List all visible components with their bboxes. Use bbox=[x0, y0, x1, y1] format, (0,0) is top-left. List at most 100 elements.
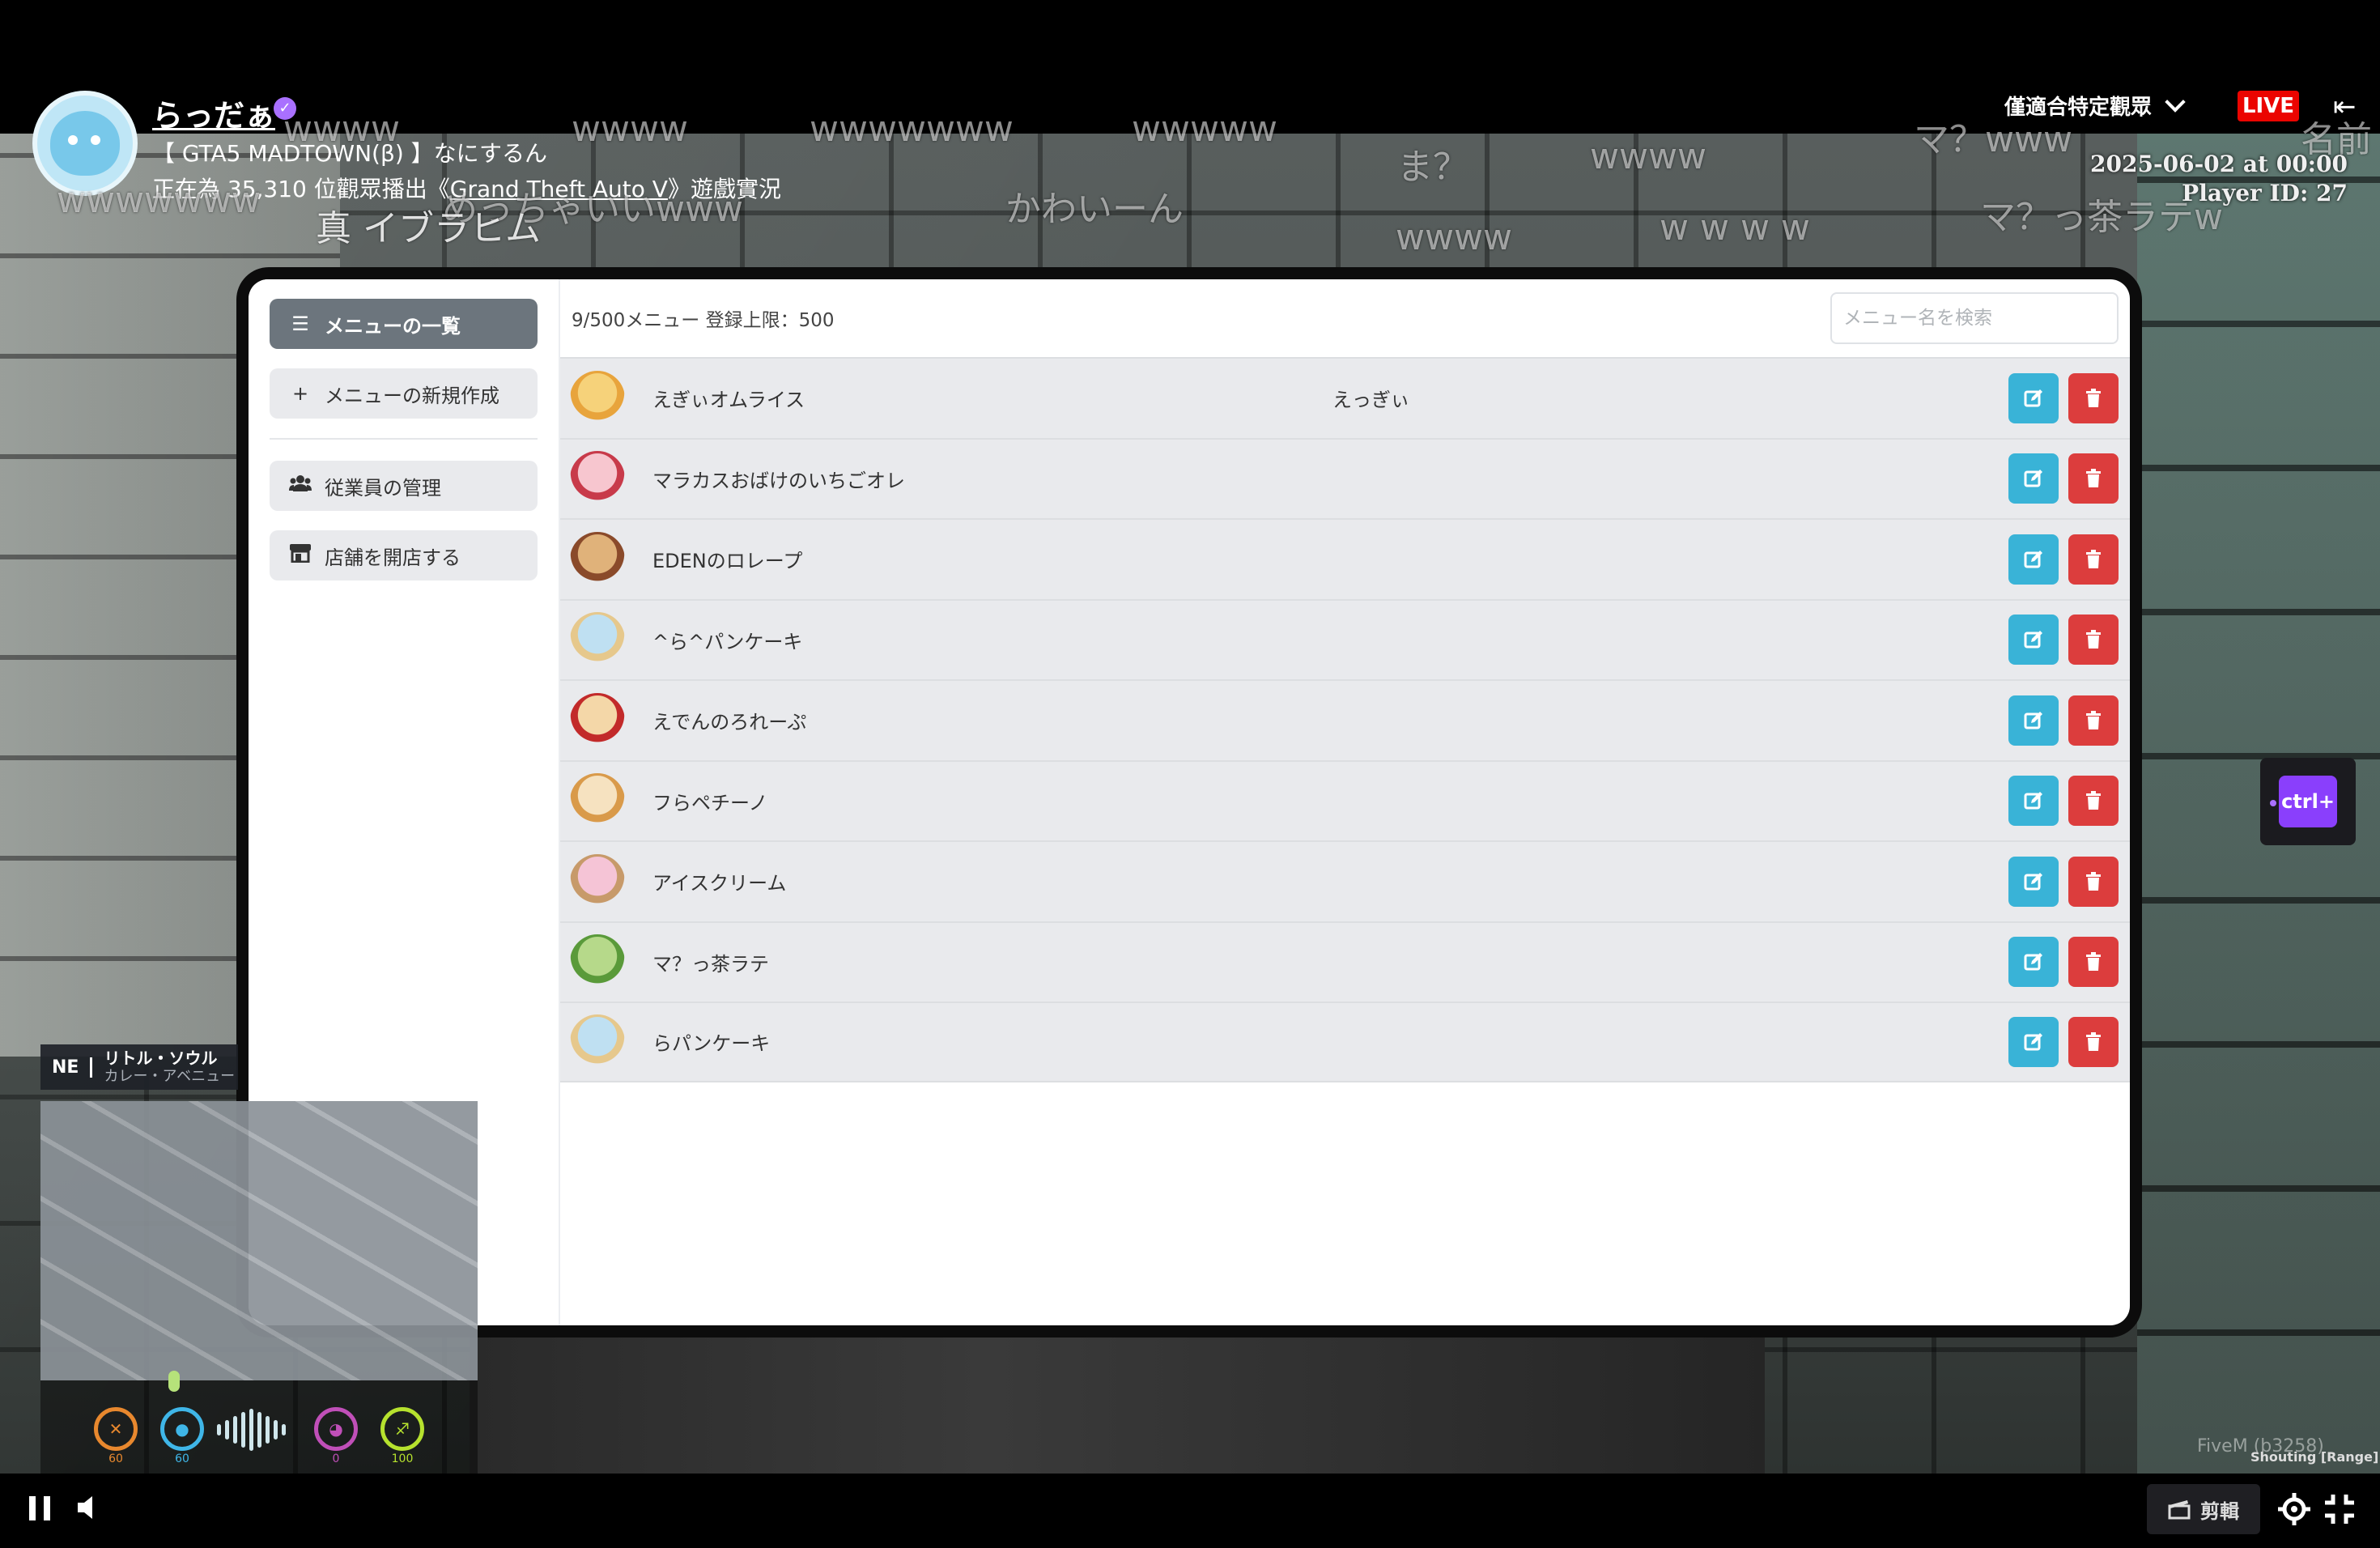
microphone-icon bbox=[168, 1371, 180, 1392]
edit-button[interactable] bbox=[2008, 615, 2059, 666]
delete-button[interactable] bbox=[2068, 615, 2119, 666]
menu-row: マラカスおばけのいちごオレ bbox=[560, 437, 2130, 518]
stat-value: 60 bbox=[108, 1452, 123, 1465]
stamina-icon: ♐ bbox=[380, 1407, 424, 1451]
delete-button[interactable] bbox=[2068, 1016, 2119, 1067]
danmaku-comment: wwww bbox=[1590, 136, 1706, 177]
danmaku-comment: wwww bbox=[283, 108, 400, 150]
menu-item-name: マ？っ茶ラテ bbox=[652, 952, 769, 976]
stat-value: 60 bbox=[175, 1452, 189, 1465]
overlay-timestamp: 2025-06-02 at 00:00 bbox=[2090, 151, 2348, 177]
danmaku-comment: wwww bbox=[572, 108, 688, 150]
delete-button[interactable] bbox=[2068, 372, 2119, 423]
menu-row: EDENのロレープ bbox=[560, 518, 2130, 599]
matcha-latte-icon bbox=[570, 934, 625, 990]
stress-icon: ◕ bbox=[314, 1407, 358, 1451]
stat-value: 0 bbox=[332, 1452, 340, 1465]
overlay-player-id: Player ID: 27 bbox=[2182, 180, 2348, 206]
edit-button[interactable] bbox=[2008, 372, 2059, 423]
trash-icon bbox=[2086, 469, 2101, 488]
menu-item-name: EDENのロレープ bbox=[652, 550, 803, 573]
strawberry-drink-icon bbox=[570, 451, 625, 507]
street-name: リトル・ソウル bbox=[104, 1048, 218, 1069]
users-icon bbox=[289, 474, 312, 497]
delete-button[interactable] bbox=[2068, 856, 2119, 907]
delete-button[interactable] bbox=[2068, 534, 2119, 585]
danmaku-comment: 真 イブラヒム bbox=[316, 208, 541, 249]
edit-icon bbox=[2024, 389, 2042, 407]
volume-button[interactable] bbox=[74, 1493, 107, 1522]
ice-cream-icon bbox=[570, 853, 625, 909]
store-icon bbox=[289, 543, 312, 568]
gear-icon bbox=[2278, 1493, 2310, 1525]
delete-button[interactable] bbox=[2068, 453, 2119, 504]
settings-button[interactable] bbox=[2275, 1490, 2314, 1529]
sidebar-item-open-store[interactable]: 店舗を開店する bbox=[270, 530, 538, 580]
menu-row: マ？っ茶ラテ bbox=[560, 921, 2130, 1002]
menu-item-name: らパンケーキ bbox=[652, 1032, 771, 1056]
sidebar-item-menu-list[interactable]: ☰ メニューの一覧 bbox=[270, 299, 538, 349]
menu-row: フらペチーノ bbox=[560, 759, 2130, 840]
omurice-icon bbox=[570, 370, 625, 426]
crepe-icon bbox=[570, 531, 625, 587]
menu-item-name: えでんのろれーぷ bbox=[652, 711, 807, 734]
stream-viewport: らっだぁ ✓ 【 GTA5 MADTOWN(β) 】なにするん 正在為 35,3… bbox=[0, 0, 2380, 1548]
menu-row: えでんのろれーぷ bbox=[560, 679, 2130, 760]
edit-button[interactable] bbox=[2008, 453, 2059, 504]
danmaku-comment: wwwww bbox=[1132, 108, 1277, 150]
menu-search-input[interactable] bbox=[1830, 292, 2119, 344]
live-badge: LIVE bbox=[2238, 91, 2299, 121]
edit-button[interactable] bbox=[2008, 534, 2059, 585]
edit-icon bbox=[2024, 631, 2042, 649]
menu-item-name: ^ら^パンケーキ bbox=[652, 630, 803, 653]
sidebar-item-new-menu[interactable]: + メニューの新規作成 bbox=[270, 368, 538, 419]
edit-icon bbox=[2024, 1032, 2042, 1051]
trash-icon bbox=[2086, 549, 2101, 568]
menu-list-header: 9/500メニュー 登録上限：500 bbox=[560, 279, 2130, 357]
clip-label: 剪輯 bbox=[2200, 1499, 2239, 1523]
edit-icon bbox=[2024, 792, 2042, 810]
menu-item-name: アイスクリーム bbox=[652, 872, 787, 895]
voice-mode-text: Shouting [Range] bbox=[2250, 1449, 2379, 1465]
exit-fullscreen-button[interactable] bbox=[2322, 1491, 2357, 1527]
pancake-icon bbox=[570, 1014, 625, 1070]
trash-icon bbox=[2086, 630, 2101, 649]
menu-count-text: 9/500メニュー 登録上限：500 bbox=[572, 310, 835, 331]
trash-icon bbox=[2086, 871, 2101, 891]
sidebar-item-staff[interactable]: 従業員の管理 bbox=[270, 461, 538, 511]
streamer-name[interactable]: らっだぁ bbox=[152, 91, 275, 135]
trash-icon bbox=[2086, 791, 2101, 810]
edit-button[interactable] bbox=[2008, 695, 2059, 746]
trash-icon bbox=[2086, 1031, 2101, 1051]
delete-button[interactable] bbox=[2068, 695, 2119, 746]
danmaku-comment: w w w w bbox=[1660, 207, 1810, 249]
status-dot bbox=[2270, 800, 2276, 806]
menu-table: えぎぃオムライス えっぎぃ マラカスおばけのいちごオレ EDENのロレープ ^ら^パンケ… bbox=[560, 357, 2130, 1082]
edit-button[interactable] bbox=[2008, 1016, 2059, 1067]
game-scene-floor bbox=[470, 1328, 1765, 1474]
menu-item-name: マラカスおばけのいちごオレ bbox=[652, 469, 905, 492]
danmaku-comment: かわいーん bbox=[1005, 189, 1184, 230]
sidebar-item-label: メニューの一覧 bbox=[325, 314, 461, 338]
delete-button[interactable] bbox=[2068, 776, 2119, 827]
delete-button[interactable] bbox=[2068, 937, 2119, 988]
crepe-box-icon bbox=[570, 692, 625, 748]
danmaku-comment: wwwwwww bbox=[57, 180, 261, 221]
danmaku-comment: wwwwwww bbox=[810, 108, 1014, 150]
edit-icon bbox=[2024, 550, 2042, 568]
exit-fullscreen-icon bbox=[2325, 1495, 2354, 1524]
location-header: NE リトル・ソウル カレー・アベニュー bbox=[40, 1044, 238, 1090]
trash-icon bbox=[2086, 710, 2101, 729]
pancake-icon bbox=[570, 612, 625, 668]
edit-button[interactable] bbox=[2008, 937, 2059, 988]
clip-button[interactable]: 剪輯 bbox=[2147, 1484, 2260, 1534]
sidebar-item-label: メニューの新規作成 bbox=[325, 384, 499, 407]
edit-button[interactable] bbox=[2008, 856, 2059, 907]
ctrl-shortcut-widget[interactable]: ctrl+ bbox=[2260, 758, 2356, 845]
compass-direction: NE bbox=[40, 1057, 93, 1078]
edit-icon bbox=[2024, 872, 2042, 891]
thirst-icon: ● bbox=[160, 1407, 204, 1451]
voice-level-icon bbox=[217, 1409, 286, 1451]
edit-button[interactable] bbox=[2008, 776, 2059, 827]
pause-button[interactable] bbox=[29, 1496, 50, 1520]
